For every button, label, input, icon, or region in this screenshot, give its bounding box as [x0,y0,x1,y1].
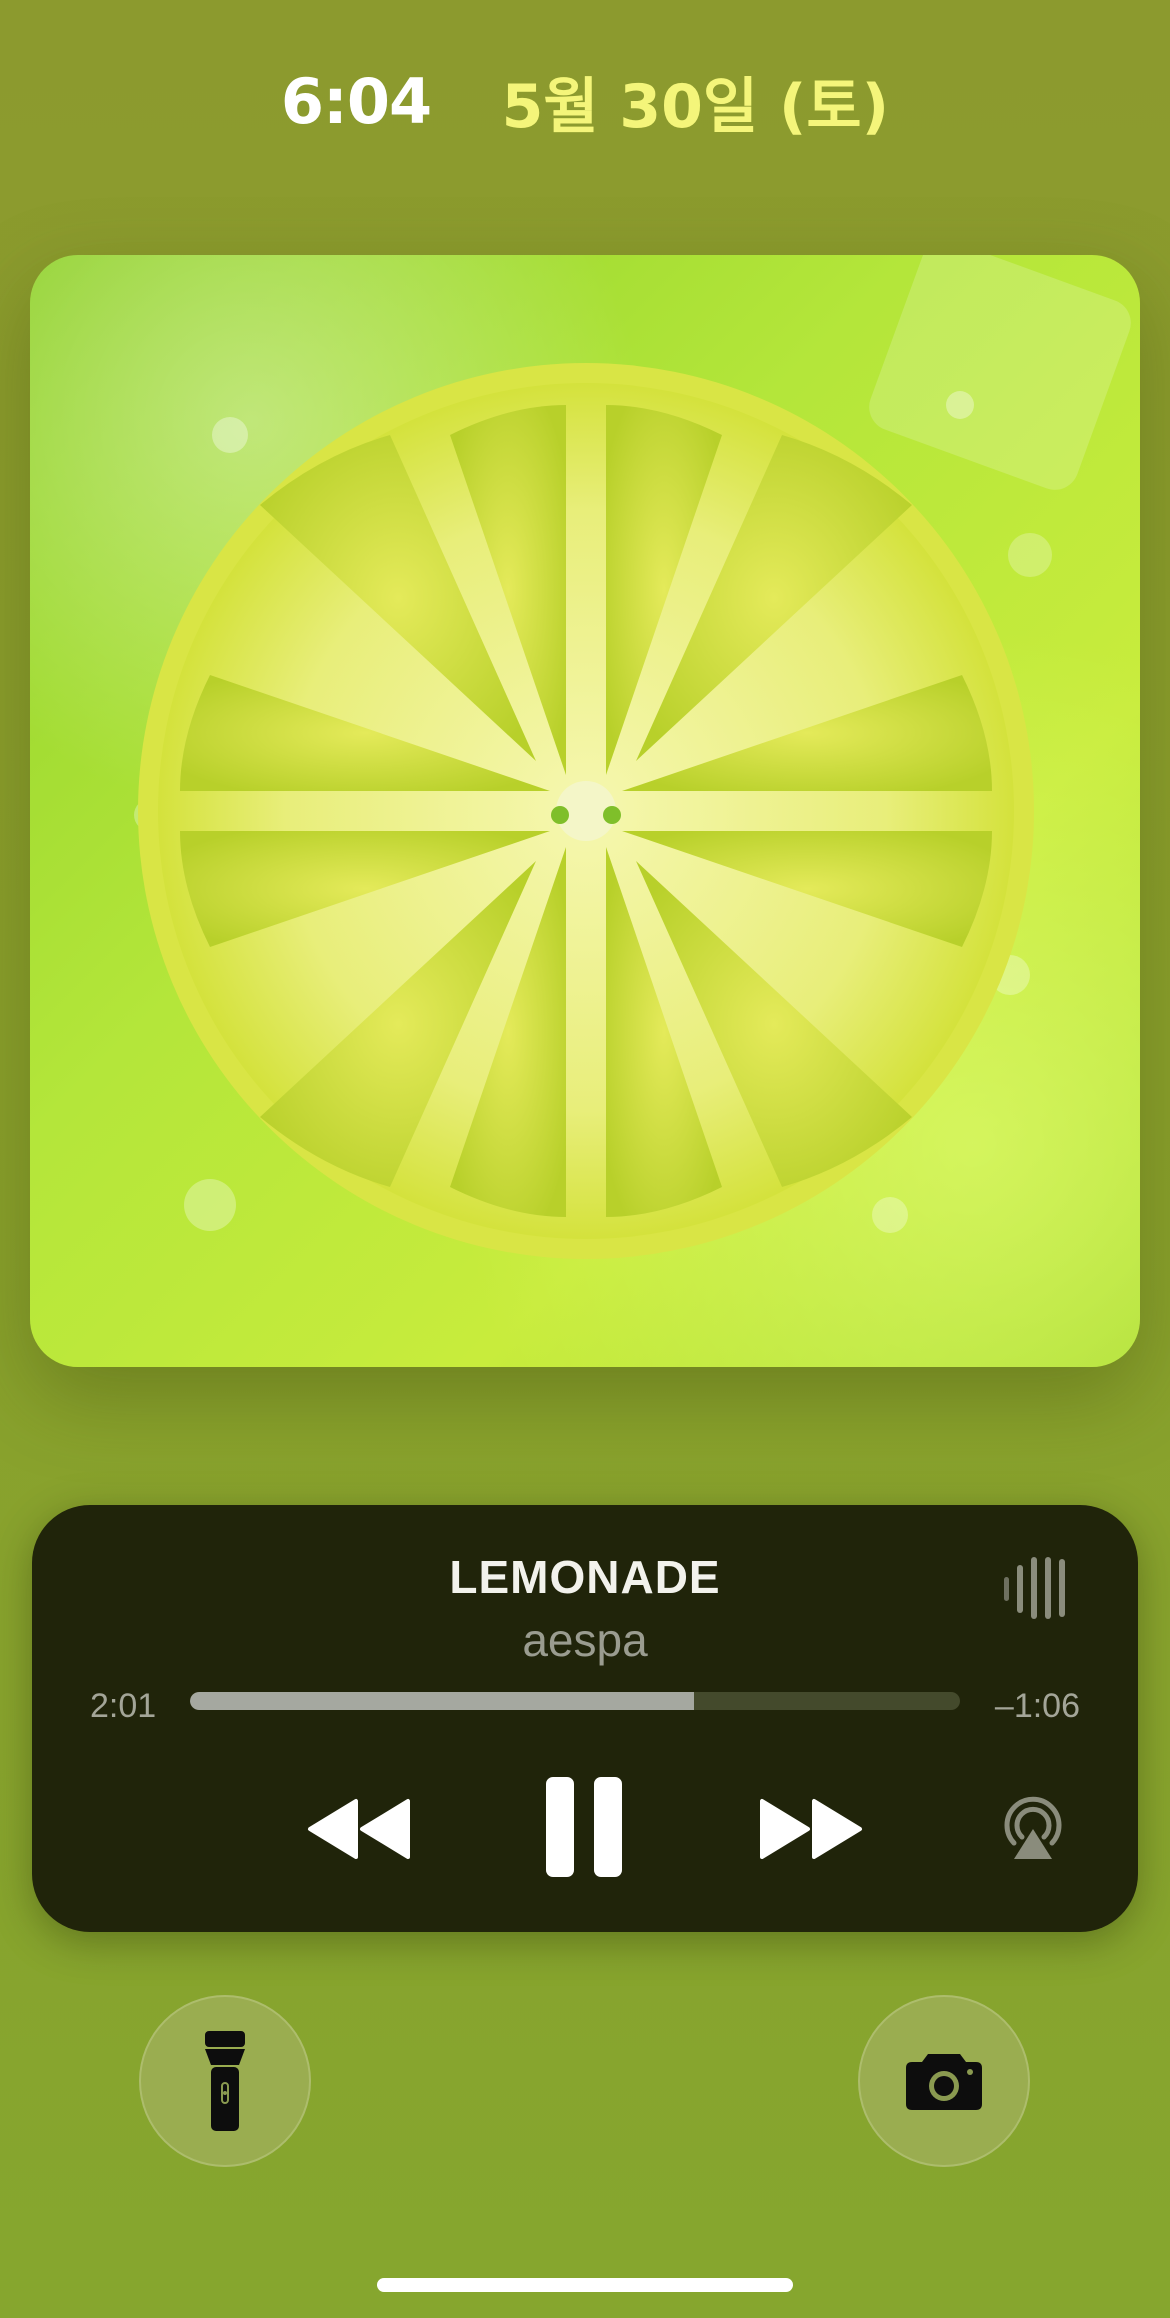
forward-icon[interactable] [756,1797,866,1861]
remaining-time: –1:06 [994,1687,1080,1725]
elapsed-time: 2:01 [90,1687,157,1725]
waveform-icon[interactable] [1002,1555,1066,1621]
camera-icon [906,2054,982,2110]
camera-button[interactable] [858,1995,1030,2167]
airplay-icon[interactable] [998,1793,1068,1863]
track-artist[interactable]: aespa [32,1613,1138,1667]
progress-bar[interactable] [190,1692,960,1710]
home-indicator[interactable] [377,2278,793,2292]
clock-time: 6:04 [280,65,432,138]
progress-fill [190,1692,695,1710]
track-title[interactable]: LEMONADE [32,1550,1138,1604]
backward-icon[interactable] [304,1797,414,1861]
clock-date: 5월 30일 (토) [501,72,890,142]
lock-screen-header: 6:04 5월 30일 (토) [0,58,1170,145]
flashlight-icon [205,2031,245,2131]
flashlight-button[interactable] [139,1995,311,2167]
now-playing-widget: LEMONADE aespa 2:01 –1:06 [32,1505,1138,1932]
album-artwork[interactable] [30,255,1140,1367]
lemon-slice-artwork [134,255,1131,1259]
pause-icon[interactable] [544,1775,624,1879]
